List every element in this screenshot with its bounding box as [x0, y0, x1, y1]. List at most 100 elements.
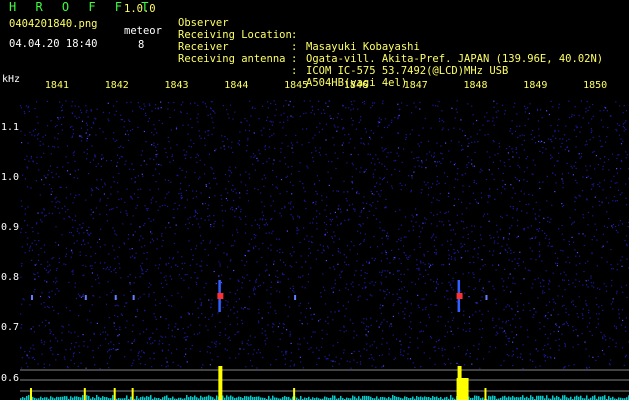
histogram-baseline-bar — [436, 396, 438, 400]
histogram-baseline-bar — [250, 395, 252, 400]
histogram-baseline-bar — [102, 396, 104, 400]
histogram-baseline-bar — [362, 395, 364, 400]
histogram-baseline-bar — [522, 395, 524, 400]
histogram-baseline-bar — [238, 396, 240, 400]
histogram-baseline-bar — [594, 395, 596, 400]
info-colon: : — [291, 41, 298, 53]
noise-speckle — [20, 100, 629, 370]
info-row-location: Receiving Location : Ogata-vill. Akita-P… — [178, 17, 603, 65]
histogram-baseline-bar — [246, 396, 248, 400]
histogram-baseline-bar — [76, 396, 78, 400]
histogram-baseline-bar — [208, 395, 210, 400]
histogram-baseline-bar — [546, 395, 548, 400]
histogram-baseline-bar — [142, 396, 144, 400]
histogram-baseline-bar — [416, 395, 418, 400]
histogram-baseline-bar — [600, 396, 602, 400]
histogram-baseline-bar — [232, 396, 234, 400]
histogram-baseline-bar — [258, 396, 260, 400]
info-key: Receiving antenna — [178, 53, 286, 65]
histogram-baseline-bar — [504, 395, 506, 400]
histogram-baseline-bar — [268, 395, 270, 400]
y-tick-label: 1.1 — [1, 122, 20, 133]
histogram-baseline-bar — [420, 396, 422, 400]
histogram-baseline-bar — [164, 396, 166, 400]
histogram-baseline-bar — [376, 396, 378, 400]
histogram-baseline-bar — [130, 396, 132, 400]
histogram-baseline-bar — [200, 395, 202, 400]
histogram-baseline-bar — [576, 395, 578, 400]
histogram-baseline-bar — [478, 396, 480, 400]
histogram-baseline-bar — [64, 396, 66, 400]
meteor-label: meteor — [124, 25, 162, 37]
filename: 0404201840.png — [9, 18, 98, 30]
histogram-baseline-bar — [354, 396, 356, 400]
histogram-baseline-bar — [364, 395, 366, 400]
histogram-baseline-bar — [474, 395, 476, 400]
histogram-baseline-bar — [210, 396, 212, 400]
histogram-baseline-bar — [112, 395, 114, 400]
meteor-echo — [132, 295, 135, 300]
histogram-baseline-bar — [96, 395, 98, 400]
histogram-baseline-bar — [126, 395, 128, 400]
info-colon: : — [291, 29, 298, 41]
histogram-baseline-bar — [392, 395, 394, 400]
histogram-baseline-bar — [172, 396, 174, 400]
histogram-baseline-bar — [412, 396, 414, 400]
histogram-baseline-bar — [502, 396, 504, 400]
info-value: Masayuki Kobayashi — [306, 41, 420, 53]
info-row-observer: Observer : Masayuki Kobayashi — [178, 5, 420, 53]
histogram-baseline-bar — [88, 395, 90, 400]
histogram-baseline-bar — [216, 395, 218, 400]
histogram-baseline-bar — [70, 396, 72, 400]
histogram-baseline-bar — [556, 395, 558, 400]
histogram-baseline-bar — [332, 395, 334, 400]
spectrogram-plot — [20, 100, 629, 400]
info-value: Ogata-vill. Akita-Pref. JAPAN (139.96E, … — [306, 53, 604, 65]
histogram-spike — [131, 388, 134, 400]
histogram-baseline-bar — [244, 396, 246, 400]
histogram-baseline-bar — [604, 395, 606, 400]
y-tick-label: 0.8 — [1, 272, 20, 283]
histogram-baseline-bar — [394, 395, 396, 400]
histogram-baseline-bar — [82, 395, 84, 400]
histogram-baseline-bar — [368, 396, 370, 400]
histogram-baseline-bar — [194, 395, 196, 400]
histogram-baseline-bar — [230, 395, 232, 400]
meteor-echo — [114, 295, 117, 300]
histogram-baseline-bar — [284, 396, 286, 400]
histogram-baseline-bar — [512, 395, 514, 400]
histogram-spike — [484, 388, 487, 400]
histogram-baseline-bar — [166, 395, 168, 400]
histogram-baseline-bar — [186, 395, 188, 400]
histogram-baseline-bar — [190, 396, 192, 400]
histogram-baseline-bar — [508, 396, 510, 400]
meteor-count: 8 — [138, 39, 145, 51]
histogram-baseline-bar — [592, 396, 594, 400]
histogram-baseline-bar — [552, 395, 554, 400]
meteor-echo — [294, 295, 297, 300]
histogram-spike — [83, 388, 86, 400]
histogram-baseline-bar — [150, 395, 152, 400]
meteor-echo — [30, 295, 33, 300]
histogram-baseline-bar — [366, 395, 368, 400]
histogram-baseline-bar — [536, 395, 538, 400]
app-version: 1.0.0 — [124, 3, 156, 15]
histogram-baseline-bar — [324, 396, 326, 400]
y-tick-label: 0.9 — [1, 222, 20, 233]
histogram-baseline-bar — [562, 395, 564, 400]
histogram-baseline-bar — [86, 395, 88, 400]
histogram-baseline-bar — [586, 395, 588, 400]
meteor-echo — [485, 295, 488, 300]
histogram-baseline-bar — [340, 395, 342, 400]
histogram-baseline-bar — [334, 395, 336, 400]
info-value: ICOM IC-575 53.7492(@LCD)MHz USB — [306, 65, 509, 77]
histogram-baseline-bar — [256, 396, 258, 400]
meteor-echo-head — [456, 293, 463, 299]
histogram-baseline-bar — [432, 395, 434, 400]
y-tick-label: 0.6 — [1, 373, 20, 384]
histogram-baseline-bar — [50, 396, 52, 400]
histogram-baseline-bar — [490, 396, 492, 400]
histogram-baseline-bar — [530, 395, 532, 400]
histogram-baseline-bar — [542, 395, 544, 400]
histogram-baseline-bar — [450, 395, 452, 400]
